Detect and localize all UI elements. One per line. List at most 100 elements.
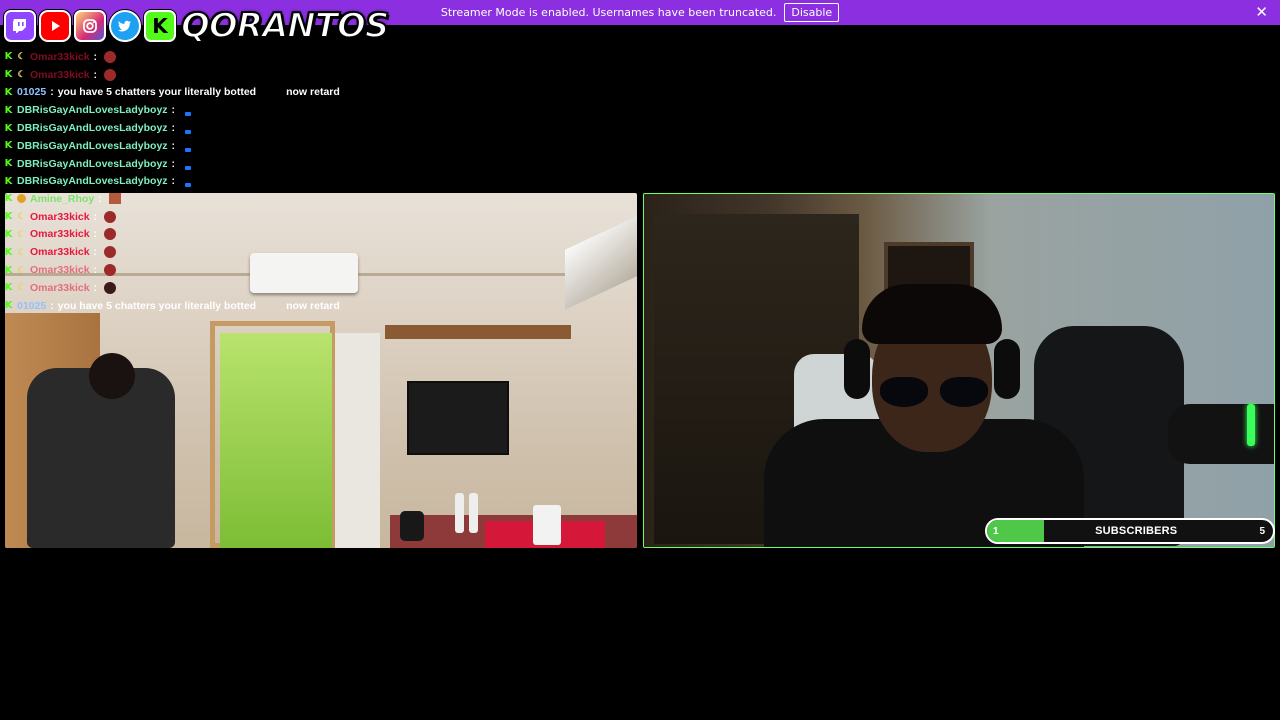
chat-separator: : bbox=[93, 210, 98, 223]
chat-username[interactable]: DBRisGayAndLovesLadyboyz bbox=[17, 158, 168, 170]
chat-overlay-bottom: K Amine_Rhoy : K ☾ Omar33kick : K ☾ Omar… bbox=[4, 190, 604, 315]
emote-icon bbox=[185, 183, 192, 188]
television bbox=[407, 381, 509, 455]
chat-message: K ☾ Omar33kick : bbox=[4, 48, 604, 66]
sunglasses bbox=[880, 377, 990, 409]
kick-badge-icon: K bbox=[4, 51, 13, 63]
emote-icon bbox=[104, 246, 117, 259]
webcam-feed bbox=[643, 193, 1275, 548]
person-head bbox=[89, 353, 135, 399]
chat-overlay-top: K ☾ Omar33kick : K ☾ Omar33kick : K 0102… bbox=[4, 48, 604, 190]
chat-separator: : bbox=[171, 175, 176, 188]
chat-username[interactable]: Omar33kick bbox=[30, 69, 90, 81]
moon-badge-icon: ☾ bbox=[17, 282, 26, 293]
chat-username[interactable]: DBRisGayAndLovesLadyboyz bbox=[17, 122, 168, 134]
kick-badge-icon: K bbox=[4, 158, 13, 170]
mic-led bbox=[1247, 404, 1255, 446]
chat-username[interactable]: 01025 bbox=[17, 300, 46, 312]
chat-username[interactable]: Omar33kick bbox=[30, 264, 90, 276]
frosted-green-door bbox=[220, 333, 332, 548]
emote-icon bbox=[108, 193, 121, 205]
trash-bin bbox=[533, 505, 561, 545]
chat-text: you have 5 chatters your literally botte… bbox=[57, 299, 257, 312]
kick-badge-icon: K bbox=[4, 86, 13, 98]
kick-badge-icon: K bbox=[4, 228, 13, 240]
channel-name: QORANTOS bbox=[180, 5, 390, 47]
chat-username[interactable]: Omar33kick bbox=[30, 246, 90, 258]
chat-separator: : bbox=[171, 139, 176, 152]
coin-badge-icon bbox=[17, 194, 26, 204]
chat-message: K ☾ Omar33kick : bbox=[4, 243, 604, 261]
chat-message: K DBRisGayAndLovesLadyboyz : bbox=[4, 101, 604, 119]
chat-message: K ☾ Omar33kick : bbox=[4, 66, 604, 84]
chat-message: K ☾ Omar33kick : bbox=[4, 226, 604, 244]
instagram-icon bbox=[74, 10, 106, 42]
close-banner-icon[interactable]: ✕ bbox=[1255, 4, 1268, 20]
subscriber-count: 1 bbox=[993, 525, 999, 537]
chat-separator: : bbox=[93, 68, 98, 81]
emote-icon bbox=[104, 264, 117, 277]
subscriber-goal-bar: 1 SUBSCRIBERS 5 bbox=[985, 518, 1275, 544]
kick-badge-icon: K bbox=[4, 175, 13, 187]
chat-separator: : bbox=[93, 50, 98, 63]
chat-message: K 01025 : you have 5 chatters your liter… bbox=[4, 297, 604, 315]
chat-username[interactable]: Omar33kick bbox=[30, 282, 90, 294]
moon-badge-icon: ☾ bbox=[17, 228, 26, 239]
chat-separator: : bbox=[50, 86, 54, 99]
chat-text-suffix: now retard bbox=[286, 299, 340, 312]
emote-icon bbox=[104, 281, 117, 294]
emote-icon bbox=[104, 68, 117, 81]
emote-icon bbox=[185, 112, 192, 117]
kick-badge-icon: K bbox=[4, 104, 13, 116]
moon-badge-icon: ☾ bbox=[17, 69, 26, 80]
wall-shelf bbox=[385, 325, 571, 339]
kick-badge-icon: K bbox=[4, 300, 13, 312]
kick-badge-icon: K bbox=[4, 69, 13, 81]
chat-username[interactable]: Omar33kick bbox=[30, 51, 90, 63]
kick-badge-icon: K bbox=[4, 246, 13, 258]
kick-badge-icon: K bbox=[4, 211, 13, 223]
microphone bbox=[1168, 404, 1274, 464]
moon-badge-icon: ☾ bbox=[17, 246, 26, 257]
moon-badge-icon: ☾ bbox=[17, 211, 26, 222]
streamer-hair bbox=[862, 284, 1002, 344]
water-bottle bbox=[469, 493, 478, 533]
chat-message: K 01025 : you have 5 chatters your liter… bbox=[4, 84, 604, 102]
chat-message: K DBRisGayAndLovesLadyboyz : bbox=[4, 173, 604, 191]
chat-message: K Amine_Rhoy : bbox=[4, 190, 604, 208]
subscriber-goal-target: 5 bbox=[1259, 525, 1265, 537]
chat-message: K ☾ Omar33kick : bbox=[4, 261, 604, 279]
chat-text: you have 5 chatters your literally botte… bbox=[57, 86, 257, 99]
chat-username[interactable]: DBRisGayAndLovesLadyboyz bbox=[17, 104, 168, 116]
chat-username[interactable]: Amine_Rhoy bbox=[30, 193, 94, 205]
headphone-left bbox=[844, 339, 870, 399]
chat-separator: : bbox=[98, 192, 102, 205]
moon-badge-icon: ☾ bbox=[17, 264, 26, 275]
kettle bbox=[400, 511, 424, 541]
chat-message: K ☾ Omar33kick : bbox=[4, 279, 604, 297]
chat-username[interactable]: DBRisGayAndLovesLadyboyz bbox=[17, 140, 168, 152]
chat-separator: : bbox=[93, 228, 98, 241]
chat-separator: : bbox=[93, 264, 98, 277]
twitch-icon bbox=[4, 10, 36, 42]
emote-icon bbox=[185, 147, 192, 152]
chat-separator: : bbox=[171, 122, 176, 135]
streamer-room-scene bbox=[644, 194, 1274, 547]
youtube-icon bbox=[39, 10, 71, 42]
emote-icon bbox=[104, 210, 117, 223]
chat-username[interactable]: DBRisGayAndLovesLadyboyz bbox=[17, 175, 168, 187]
emote-icon bbox=[104, 50, 117, 63]
chat-separator: : bbox=[171, 157, 176, 170]
water-bottle bbox=[455, 493, 464, 533]
chat-username[interactable]: Omar33kick bbox=[30, 228, 90, 240]
chat-message: K DBRisGayAndLovesLadyboyz : bbox=[4, 155, 604, 173]
chat-separator: : bbox=[171, 104, 176, 117]
chat-username[interactable]: Omar33kick bbox=[30, 211, 90, 223]
twitter-icon bbox=[109, 10, 141, 42]
chat-message: K DBRisGayAndLovesLadyboyz : bbox=[4, 137, 604, 155]
chat-username[interactable]: 01025 bbox=[17, 86, 46, 98]
disable-streamer-mode-button[interactable]: Disable bbox=[784, 3, 840, 22]
kick-badge-icon: K bbox=[4, 282, 13, 294]
kick-badge-icon: K bbox=[4, 140, 13, 152]
bathroom-doorway bbox=[335, 333, 380, 548]
